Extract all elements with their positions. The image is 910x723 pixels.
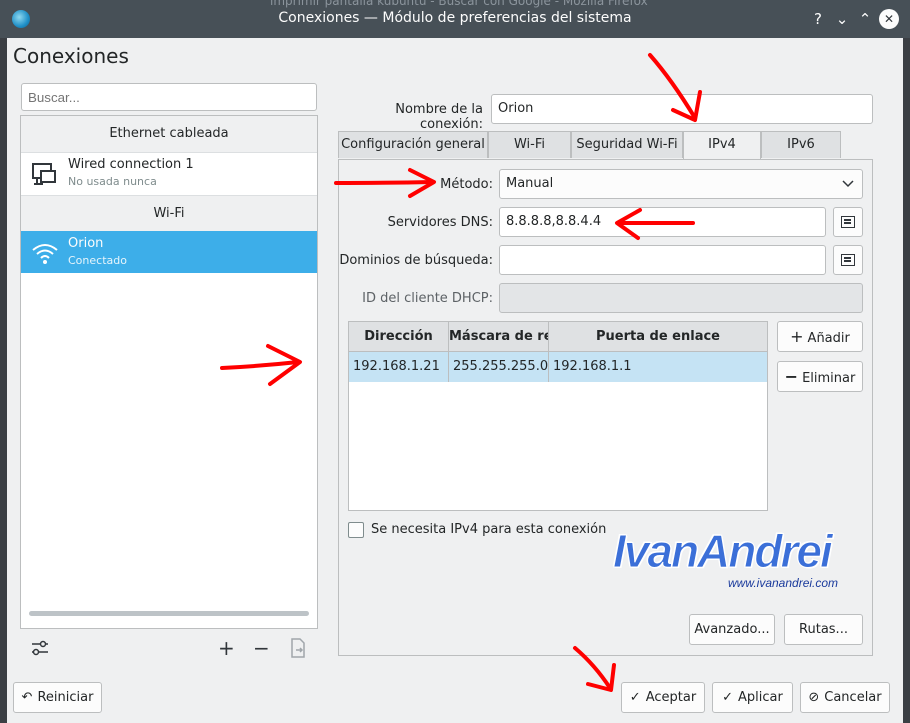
connection-toolbar: + − — [20, 630, 318, 670]
tab-general[interactable]: Configuración general — [338, 131, 488, 158]
address-table: Dirección Máscara de red Puerta de enlac… — [348, 321, 768, 511]
wifi-signal-icon — [32, 244, 58, 264]
minus-icon: − — [784, 367, 799, 386]
export-icon[interactable] — [290, 638, 306, 658]
dns-servers-input[interactable]: 8.8.8.8,8.8.4.4 — [499, 207, 826, 237]
add-address-label: Añadir — [807, 331, 850, 346]
remove-address-label: Eliminar — [802, 371, 856, 386]
watermark-logo: IvanAndrei www.ivanandrei.com — [613, 525, 839, 591]
dhcp-client-id-input[interactable] — [499, 283, 863, 313]
add-connection-icon[interactable]: + — [218, 638, 235, 658]
cell-gateway: 192.168.1.1 — [553, 359, 632, 374]
remove-connection-icon[interactable]: − — [253, 638, 270, 658]
ipv4-required-checkbox[interactable] — [348, 522, 364, 538]
checkmark-icon: ✓ — [629, 690, 641, 705]
horizontal-scrollbar[interactable] — [29, 611, 309, 616]
window-titlebar: imprimir pantalla kubuntu - Buscar con G… — [0, 0, 910, 38]
section-header-ethernet: Ethernet cableada — [21, 116, 317, 153]
chevron-down-icon — [842, 180, 854, 188]
edit-search-domains-button[interactable] — [833, 245, 863, 275]
settings-window: Conexiones Ethernet cableada Wired conne… — [7, 38, 903, 723]
connection-name: Orion — [68, 236, 104, 251]
advanced-button[interactable]: Avanzado... — [689, 614, 775, 645]
method-value: Manual — [506, 176, 554, 191]
configure-icon[interactable] — [30, 638, 50, 658]
connection-status: Conectado — [68, 254, 127, 267]
reset-button[interactable]: ↶ Reiniciar — [13, 682, 102, 713]
method-label: Método: — [440, 177, 493, 192]
undo-icon: ↶ — [21, 690, 33, 705]
apply-button[interactable]: ✓ Aplicar — [712, 682, 793, 713]
list-edit-icon — [841, 254, 855, 266]
accept-label: Aceptar — [645, 690, 697, 705]
page-title: Conexiones — [13, 44, 129, 68]
section-header-wifi: Wi-Fi — [21, 195, 317, 233]
plus-icon: + — [790, 327, 804, 346]
ipv4-required-label: Se necesita IPv4 para esta conexión — [371, 522, 607, 537]
cancel-button[interactable]: ⊘ Cancelar — [800, 682, 890, 713]
edit-dns-list-button[interactable] — [833, 207, 863, 237]
column-header-gateway[interactable]: Puerta de enlace — [549, 322, 767, 352]
tab-ipv4[interactable]: IPv4 — [683, 131, 761, 160]
checkmark-icon: ✓ — [722, 690, 734, 705]
remove-address-button[interactable]: − Eliminar — [777, 361, 863, 392]
tab-wifi[interactable]: Wi-Fi — [488, 131, 571, 158]
table-row[interactable]: 192.168.1.21 255.255.255.0 192.168.1.1 — [349, 352, 767, 382]
wired-network-icon — [32, 163, 56, 185]
list-item-orion[interactable]: Orion Conectado — [21, 231, 317, 273]
method-select[interactable]: Manual — [499, 169, 863, 199]
routes-button[interactable]: Rutas... — [784, 614, 863, 645]
dhcp-client-id-label: ID del cliente DHCP: — [362, 291, 493, 306]
cell-netmask: 255.255.255.0 — [449, 352, 549, 382]
cancel-label: Cancelar — [824, 690, 882, 705]
watermark-title: IvanAndrei — [613, 525, 834, 577]
watermark-url: www.ivanandrei.com — [728, 576, 839, 590]
connection-name-label: Nombre de la conexión: — [395, 102, 483, 132]
column-header-netmask[interactable]: Máscara de red — [449, 322, 549, 352]
add-address-button[interactable]: + Añadir — [777, 321, 863, 352]
apply-label: Aplicar — [738, 690, 783, 705]
dns-servers-label: Servidores DNS: — [387, 215, 493, 230]
column-header-address[interactable]: Dirección — [349, 322, 449, 352]
background-window-title: imprimir pantalla kubuntu - Buscar con G… — [270, 0, 648, 8]
list-item-wired-connection[interactable]: Wired connection 1 No usada nunca — [21, 152, 317, 194]
list-edit-icon — [841, 216, 855, 228]
connection-name: Wired connection 1 — [68, 157, 194, 172]
window-title: Conexiones — Módulo de preferencias del … — [278, 10, 632, 26]
search-domains-input[interactable] — [499, 245, 826, 275]
tab-ipv6[interactable]: IPv6 — [761, 131, 841, 158]
maximize-button[interactable]: ⌃ — [855, 9, 875, 29]
connection-name-field[interactable]: Orion — [491, 94, 873, 124]
connection-editor: Nombre de la conexión: Orion Configuraci… — [338, 38, 903, 678]
tab-wifi-security[interactable]: Seguridad Wi-Fi — [571, 131, 683, 158]
help-button[interactable]: ? — [808, 9, 828, 29]
search-domains-label: Dominios de búsqueda: — [339, 253, 493, 268]
connection-list: Ethernet cableada Wired connection 1 No … — [20, 115, 318, 629]
minimize-button[interactable]: ⌄ — [832, 9, 852, 29]
cell-address: 192.168.1.21 — [349, 352, 449, 382]
accept-button[interactable]: ✓ Aceptar — [621, 682, 705, 713]
connection-status: No usada nunca — [68, 175, 157, 188]
search-input[interactable] — [21, 83, 317, 111]
reset-label: Reiniciar — [37, 690, 94, 705]
close-button[interactable]: ✕ — [879, 9, 899, 29]
cancel-icon: ⊘ — [808, 690, 820, 705]
